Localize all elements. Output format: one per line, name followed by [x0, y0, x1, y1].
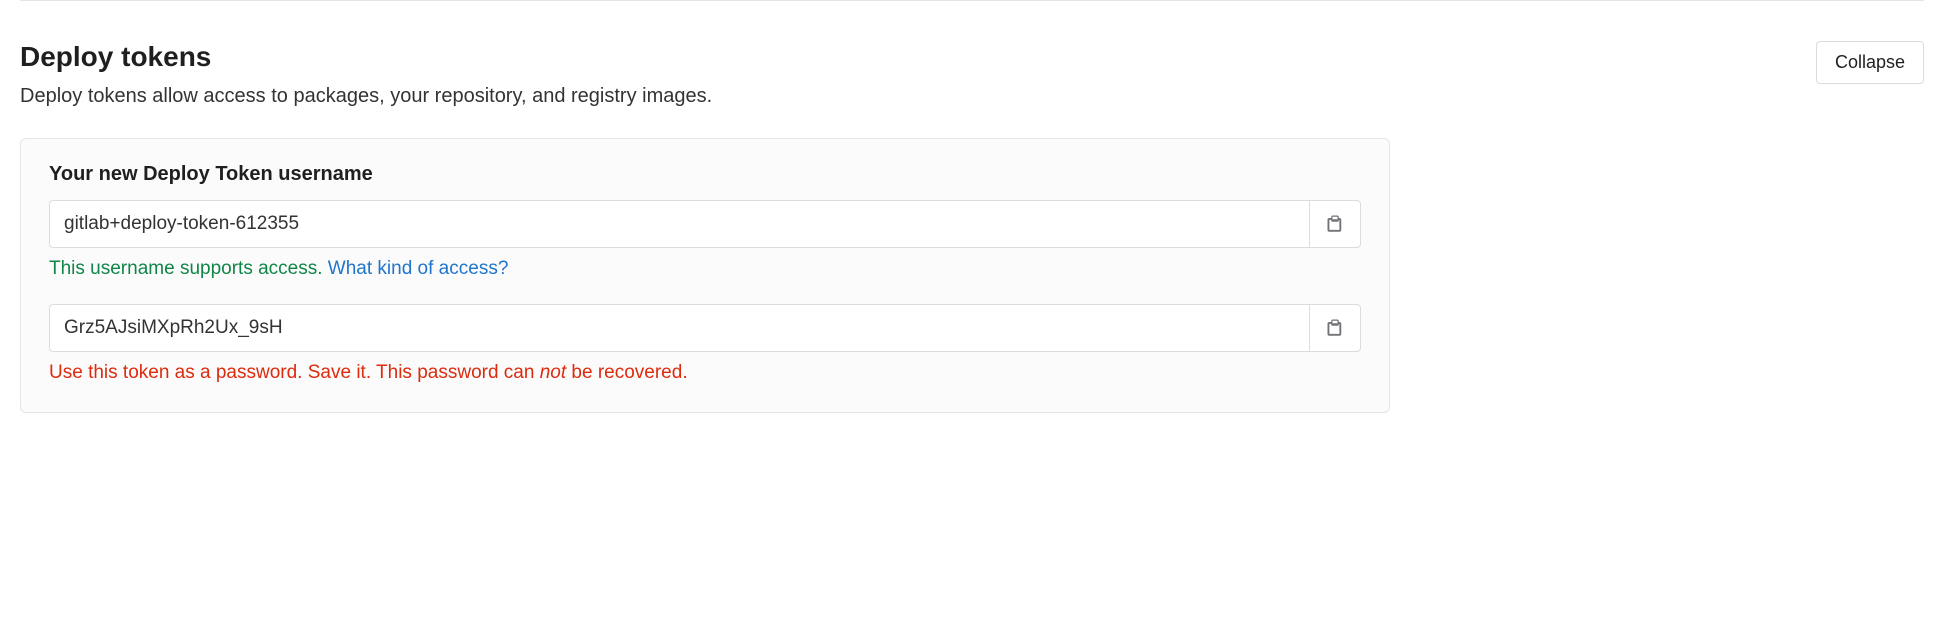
collapse-button[interactable]: Collapse — [1816, 41, 1924, 84]
token-input[interactable] — [49, 304, 1309, 352]
section-title: Deploy tokens — [20, 41, 211, 73]
collapse-container: Collapse — [1816, 41, 1924, 84]
section-description: Deploy tokens allow access to packages, … — [20, 85, 1776, 108]
copy-username-button[interactable] — [1309, 200, 1361, 248]
section-title-block: Deploy tokens — [20, 41, 211, 73]
username-input[interactable] — [49, 200, 1309, 248]
username-hint: This username supports access. What kind… — [49, 258, 1361, 280]
deploy-tokens-section: Deploy tokens Deploy tokens allow access… — [20, 41, 1924, 413]
new-token-panel: Your new Deploy Token username This user… — [20, 138, 1390, 413]
token-input-group — [49, 304, 1361, 352]
clipboard-icon — [1325, 213, 1345, 236]
section-header: Deploy tokens — [20, 41, 1776, 73]
username-label: Your new Deploy Token username — [49, 163, 1361, 186]
token-hint-em: not — [540, 362, 566, 383]
clipboard-icon — [1325, 317, 1345, 340]
token-hint: Use this token as a password. Save it. T… — [49, 362, 1361, 384]
copy-token-button[interactable] — [1309, 304, 1361, 352]
username-hint-link[interactable]: What kind of access? — [328, 258, 509, 279]
main-content: Deploy tokens Deploy tokens allow access… — [20, 41, 1776, 413]
section-divider — [20, 0, 1924, 1]
username-hint-text: This username supports access. — [49, 258, 328, 279]
token-hint-suffix: be recovered. — [566, 362, 687, 383]
token-hint-prefix: Use this token as a password. Save it. T… — [49, 362, 540, 383]
username-input-group — [49, 200, 1361, 248]
